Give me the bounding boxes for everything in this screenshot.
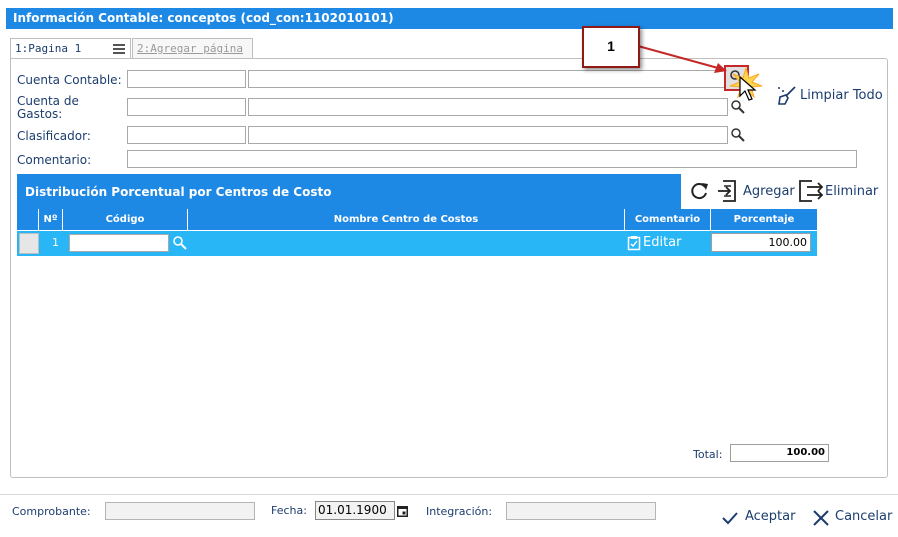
porcentaje-input[interactable]: 100.00: [711, 233, 811, 252]
eliminar-button[interactable]: Eliminar: [798, 179, 878, 203]
annotation-callout: 1: [582, 26, 640, 68]
comprobante-label: Comprobante:: [12, 505, 91, 518]
callout-arrow: [637, 45, 727, 73]
cancelar-label: Cancelar: [835, 509, 893, 524]
row-number: 1: [52, 236, 59, 249]
refresh-icon[interactable]: [690, 181, 710, 201]
grid-header: Nº Código Nombre Centro de Costos Coment…: [17, 209, 817, 230]
total-value: 100.00: [730, 444, 829, 462]
editar-label: Editar: [643, 235, 682, 250]
codigo-search-icon[interactable]: [172, 235, 188, 251]
agregar-label: Agregar: [743, 184, 795, 199]
limpiar-todo-label: Limpiar Todo: [800, 88, 883, 103]
eliminar-label: Eliminar: [825, 184, 879, 199]
close-icon: [813, 510, 829, 526]
col-codigo-header[interactable]: Código: [63, 209, 188, 230]
limpiar-todo-button[interactable]: Limpiar Todo: [776, 84, 884, 108]
tab-label: 1:Pagina 1: [15, 42, 82, 55]
distribucion-section-title: Distribución Porcentual por Centros de C…: [17, 174, 681, 209]
edit-note-icon: [627, 236, 641, 251]
cancelar-button[interactable]: Cancelar: [812, 508, 894, 528]
remove-row-icon: [799, 180, 824, 202]
col-comentario-header[interactable]: Comentario: [625, 209, 711, 230]
comentario-label: Comentario:: [17, 153, 92, 167]
col-porcentaje-header[interactable]: Porcentaje: [711, 209, 817, 230]
integracion-label: Integración:: [426, 505, 493, 518]
cuenta-gastos-search-icon[interactable]: [730, 99, 746, 115]
col-select-header: [17, 209, 39, 230]
row-selector[interactable]: [19, 233, 39, 254]
clasificador-label: Clasificador:: [17, 129, 91, 143]
aceptar-label: Aceptar: [745, 509, 796, 524]
table-row[interactable]: 1 Editar 100.00: [17, 231, 817, 256]
clasificador-name-input[interactable]: [248, 126, 728, 144]
fecha-label: Fecha:: [271, 504, 307, 517]
cuenta-contable-code-input[interactable]: [127, 70, 246, 88]
clasificador-search-icon[interactable]: [730, 127, 746, 143]
menu-icon[interactable]: [112, 43, 126, 55]
col-nombre-header[interactable]: Nombre Centro de Costos: [188, 209, 625, 230]
integracion-field: [506, 502, 656, 520]
footer-divider: [0, 494, 898, 495]
tab-agregar-pagina[interactable]: 2:Agregar página: [132, 38, 253, 59]
broom-icon: [778, 86, 796, 105]
aceptar-button[interactable]: Aceptar: [721, 508, 796, 528]
total-label: Total:: [693, 448, 723, 461]
tab-label: 2:Agregar página: [137, 42, 243, 55]
add-row-icon: [718, 180, 736, 202]
agregar-button[interactable]: Agregar: [716, 179, 796, 203]
cuenta-gastos-label-line2: Gastos:: [17, 107, 63, 121]
comprobante-field: [105, 502, 255, 520]
clasificador-code-input[interactable]: [127, 126, 246, 144]
comentario-input[interactable]: [127, 150, 857, 168]
cuenta-gastos-name-input[interactable]: [248, 98, 728, 116]
window-title: Información Contable: conceptos (cod_con…: [6, 8, 893, 29]
editar-comentario-button[interactable]: Editar: [625, 234, 711, 254]
cuenta-gastos-code-input[interactable]: [127, 98, 246, 116]
fecha-input[interactable]: 01.01.1900: [315, 501, 395, 520]
cuenta-contable-label: Cuenta Contable:: [17, 73, 122, 87]
main-panel: [10, 58, 888, 478]
calendar-icon[interactable]: [396, 504, 409, 518]
codigo-input[interactable]: [69, 234, 169, 252]
col-n-header[interactable]: Nº: [39, 209, 63, 230]
check-icon: [722, 512, 738, 525]
